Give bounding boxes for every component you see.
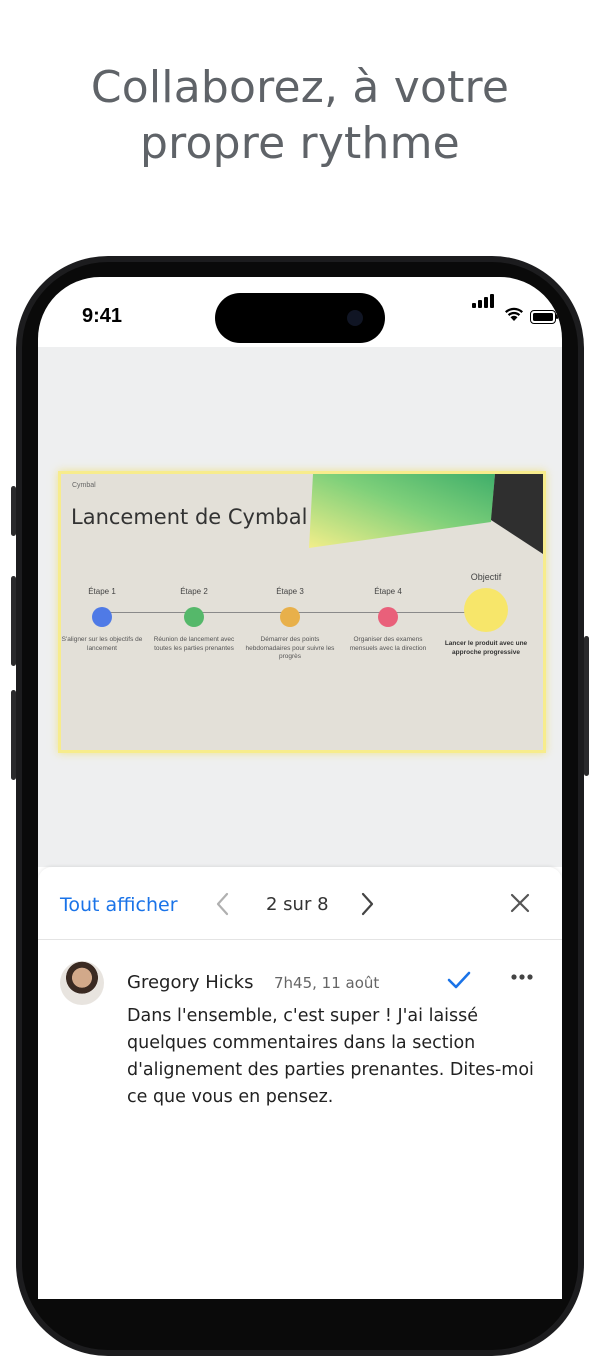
slide-title: Lancement de Cymbal — [71, 505, 308, 529]
phone-screen: 9:41 Cymbal Lancement de Cymbal Étape 1 … — [38, 277, 562, 1299]
comment-author: Gregory Hicks — [127, 972, 254, 993]
stage-description: Démarrer des points hebdomadaires pour s… — [245, 636, 335, 660]
comment-pager: 2 sur 8 — [266, 894, 329, 915]
slide-brand: Cymbal — [72, 482, 96, 489]
stage-description: S'aligner sur les objectifs de lancement — [61, 636, 143, 652]
check-icon[interactable] — [446, 969, 472, 991]
wifi-icon — [505, 307, 523, 321]
chevron-left-icon[interactable] — [214, 891, 232, 917]
status-bar: 9:41 — [38, 277, 562, 347]
headline: Collaborez, à votre propre rythme — [0, 60, 600, 172]
phone-volume-up — [11, 576, 16, 666]
timeline-stage: Étape 2 Réunion de lancement avec toutes… — [149, 587, 239, 653]
phone-power-button — [584, 636, 589, 776]
stage-label: Étape 3 — [276, 587, 304, 596]
stage-dot — [92, 607, 112, 627]
slide-decoration — [309, 474, 543, 554]
stage-dot — [184, 607, 204, 627]
goal-dot — [464, 588, 508, 632]
headline-line-1: Collaborez, à votre — [90, 62, 510, 113]
close-icon[interactable] — [508, 891, 532, 915]
slide-preview-area[interactable]: Cymbal Lancement de Cymbal Étape 1 S'ali… — [38, 347, 562, 867]
timeline-stage: Étape 4 Organiser des examens mensuels a… — [343, 587, 433, 653]
dynamic-island — [215, 293, 385, 343]
stage-description: Réunion de lancement avec toutes les par… — [153, 636, 235, 652]
stage-label: Étape 2 — [180, 587, 208, 596]
stage-dot — [280, 607, 300, 627]
avatar[interactable] — [60, 961, 104, 1005]
headline-line-2: propre rythme — [140, 118, 460, 169]
camera-icon — [347, 310, 363, 326]
comment-text: Dans l'ensemble, c'est super ! J'ai lais… — [127, 1006, 534, 1107]
comment-timestamp: 7h45, 11 août — [274, 974, 380, 992]
stage-label: Étape 4 — [374, 587, 402, 596]
comment-toolbar: Tout afficher 2 sur 8 — [38, 867, 562, 940]
comment-panel: Tout afficher 2 sur 8 Gregory Hicks 7h45… — [38, 867, 562, 1299]
timeline-stage: Étape 3 Démarrer des points hebdomadaire… — [245, 587, 335, 662]
slide-thumbnail[interactable]: Cymbal Lancement de Cymbal Étape 1 S'ali… — [58, 471, 546, 753]
more-icon[interactable] — [510, 973, 534, 981]
goal-label: Objectif — [470, 572, 502, 582]
status-time: 9:41 — [82, 305, 123, 327]
phone-mute-switch — [11, 486, 16, 536]
timeline-goal: Objectif Lancer le produit avec une appr… — [441, 572, 531, 657]
chevron-right-icon[interactable] — [358, 891, 376, 917]
stage-dot — [378, 607, 398, 627]
stage-description: Organiser des examens mensuels avec la d… — [349, 636, 427, 652]
battery-icon — [530, 310, 556, 324]
stage-label: Étape 1 — [88, 587, 116, 596]
timeline-stage: Étape 1 S'aligner sur les objectifs de l… — [61, 587, 147, 653]
show-all-button[interactable]: Tout afficher — [60, 894, 178, 916]
phone-volume-down — [11, 690, 16, 780]
goal-description: Lancer le produit avec une approche prog… — [444, 640, 528, 656]
